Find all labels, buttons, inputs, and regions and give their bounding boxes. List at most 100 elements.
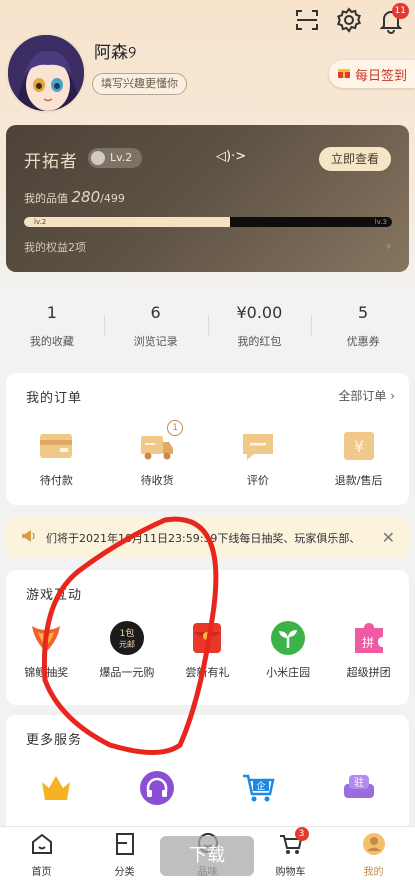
stat-number: 1 [46, 303, 57, 322]
scan-icon[interactable] [293, 6, 321, 34]
sprout-icon [270, 620, 306, 656]
nav-cart[interactable]: 3 购物车 [249, 827, 332, 880]
top-icon-bar: 11 [293, 3, 409, 34]
comment-icon [240, 428, 276, 464]
order-label: 待付款 [39, 474, 73, 487]
close-icon[interactable]: ✕ [382, 528, 395, 547]
avatar[interactable] [6, 33, 86, 113]
points-total: /499 [100, 192, 125, 205]
stats-row: 1 我的收藏 6 浏览记录 ¥0.00 我的红包 5 优惠券 [0, 303, 415, 363]
points-row: 我的品值 280/499 [24, 188, 125, 206]
home-icon [29, 833, 55, 861]
service-item[interactable]: 驻 [308, 770, 409, 806]
stat-favorites[interactable]: 1 我的收藏 [0, 303, 104, 363]
chevron-right-icon: › [386, 239, 391, 253]
services-title: 更多服务 [26, 733, 83, 748]
services-icon-row: 企 驻 [6, 770, 409, 806]
games-card: 游戏互动 锦鲤抽奖 1包 元邮 爆品一元购 尝新有礼 小米庄园 拼 超级拼团 [6, 570, 409, 705]
svg-text:拼: 拼 [362, 636, 374, 650]
games-title: 游戏互动 [26, 588, 83, 603]
order-pending-receipt[interactable]: 1 待收货 [107, 420, 208, 488]
all-orders-link[interactable]: 全部订单 › [338, 387, 395, 404]
order-pending-payment[interactable]: 待付款 [6, 428, 107, 488]
koi-icon [28, 620, 64, 656]
game-label: 爆品一元购 [99, 666, 155, 679]
notification-badge: 11 [391, 3, 409, 19]
check-now-button[interactable]: 立即查看 [318, 147, 391, 171]
stat-number: 5 [358, 303, 369, 322]
wallet-icon [38, 428, 74, 464]
game-label: 尝新有礼 [185, 666, 230, 679]
stat-label: 我的红包 [237, 335, 282, 348]
game-label: 超级拼团 [346, 666, 391, 679]
service-item[interactable] [107, 770, 208, 806]
progress-level-left: lv.2 [34, 218, 47, 226]
crown-icon [38, 770, 74, 806]
nav-label: 首页 [31, 867, 52, 878]
nav-label: 我的 [363, 867, 384, 878]
gear-icon[interactable] [335, 6, 363, 34]
stat-red-packet[interactable]: ¥0.00 我的红包 [207, 303, 312, 363]
truck-icon: 1 [139, 420, 184, 464]
game-koi-lottery[interactable]: 锦鲤抽奖 [6, 620, 87, 680]
stat-number: ¥0.00 [236, 303, 283, 322]
stat-number: 6 [150, 303, 161, 322]
game-one-yuan[interactable]: 1包 元邮 爆品一元购 [87, 620, 168, 680]
sound-icon[interactable]: ◁)·> [216, 149, 246, 164]
username[interactable]: 阿森୨ [94, 38, 136, 63]
level-badge: Lv.2 [88, 148, 142, 168]
signin-label: 每日签到 [354, 68, 407, 84]
order-label: 待收货 [140, 474, 174, 487]
category-icon [112, 833, 138, 861]
stat-label: 我的收藏 [29, 335, 74, 348]
service-item[interactable]: 企 [208, 770, 309, 806]
level-text: Lv.2 [110, 151, 133, 164]
interest-tag-button[interactable]: 填写兴趣更懂你 [92, 73, 187, 95]
gift-icon [337, 65, 351, 83]
vip-card[interactable]: 开拓者 Lv.2 ◁)·> 立即查看 我的品值 280/499 lv.2 lv.… [6, 125, 409, 272]
order-refund[interactable]: ¥ 退款/售后 [308, 428, 409, 488]
level-progress-fill [24, 217, 231, 227]
daily-signin-button[interactable]: 每日签到 [328, 60, 415, 88]
red-envelope-icon [189, 620, 225, 656]
all-orders-label: 全部订单 [338, 389, 387, 403]
nav-profile[interactable]: 我的 [332, 827, 415, 880]
services-card: 更多服务 企 驻 [6, 715, 409, 835]
svg-text:驻: 驻 [354, 776, 364, 789]
cart-count-badge: 3 [294, 827, 309, 841]
orders-title: 我的订单 [26, 391, 83, 406]
profile-icon [361, 833, 387, 861]
my-rights-link[interactable]: 我的权益2项 [24, 239, 86, 255]
orders-card: 我的订单 全部订单 › 待付款 1 待收货 评价 ¥ 退款/售后 [6, 373, 409, 505]
points-value: 280 [71, 188, 101, 206]
stat-history[interactable]: 6 浏览记录 [103, 303, 208, 363]
game-mi-farm[interactable]: 小米庄园 [248, 620, 329, 680]
games-icon-row: 锦鲤抽奖 1包 元邮 爆品一元购 尝新有礼 小米庄园 拼 超级拼团 [6, 620, 409, 680]
level-progress-bar [24, 217, 392, 227]
game-try-new[interactable]: 尝新有礼 [167, 620, 248, 680]
level-medal-icon [91, 151, 105, 165]
stat-coupons[interactable]: 5 优惠券 [311, 303, 415, 363]
one-yuan-icon: 1包 元邮 [109, 620, 145, 656]
order-count-badge: 1 [167, 420, 184, 436]
stat-label: 优惠券 [346, 335, 380, 348]
enterprise-cart-icon: 企 [240, 770, 276, 806]
order-label: 退款/售后 [334, 474, 383, 487]
points-label: 我的品值 [24, 192, 68, 205]
refund-icon: ¥ [341, 428, 377, 464]
bell-icon[interactable]: 11 [377, 3, 409, 34]
download-overlay-button[interactable]: 下载 [160, 836, 254, 876]
service-item[interactable] [6, 770, 107, 806]
svg-text:1包: 1包 [120, 627, 135, 639]
notice-bar[interactable]: 们将于2021年10月11日23:59:59下线每日抽奖、玩家俱乐部、 ✕ [6, 518, 409, 558]
cart-icon [278, 835, 304, 861]
nav-category[interactable]: 分类 [83, 827, 166, 880]
progress-level-right: lv.3 [374, 218, 387, 226]
game-group-buy[interactable]: 拼 超级拼团 [328, 620, 409, 680]
nav-label: 购物车 [275, 867, 306, 878]
order-review[interactable]: 评价 [208, 428, 309, 488]
nav-home[interactable]: 首页 [0, 827, 83, 880]
vip-title: 开拓者 [24, 152, 78, 172]
headphones-icon [139, 770, 175, 806]
svg-text:元邮: 元邮 [119, 639, 135, 649]
